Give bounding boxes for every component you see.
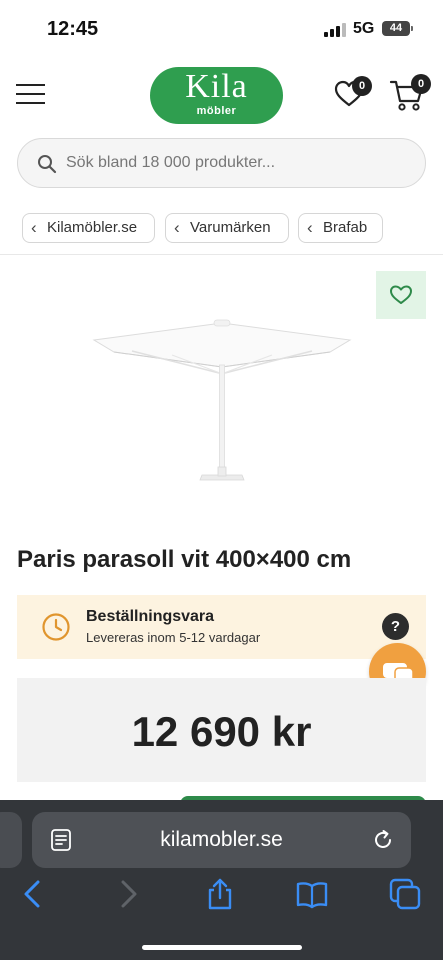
parasol-product-image[interactable] xyxy=(92,315,352,487)
breadcrumb-varumarken[interactable]: ‹ Varumärken xyxy=(165,213,289,243)
breadcrumb-label: Brafab xyxy=(323,219,368,236)
logo-main-text: Kila xyxy=(185,68,248,105)
url-text: kilamobler.se xyxy=(160,828,283,851)
address-bar[interactable]: kilamobler.se xyxy=(32,812,411,868)
battery-level: 44 xyxy=(389,22,403,34)
battery-icon: 44 xyxy=(382,21,413,36)
reload-icon[interactable] xyxy=(371,828,395,852)
forward-icon[interactable] xyxy=(111,877,145,911)
chevron-left-icon: ‹ xyxy=(31,218,37,237)
previous-tab-preview[interactable] xyxy=(0,812,22,868)
breadcrumb-label: Kilamöbler.se xyxy=(47,219,138,236)
search-icon xyxy=(38,155,57,174)
status-time: 12:45 xyxy=(47,18,99,40)
wishlist-count-badge: 0 xyxy=(352,76,372,96)
chevron-left-icon: ‹ xyxy=(174,218,180,237)
signal-icon xyxy=(324,23,346,37)
tabs-icon[interactable] xyxy=(388,877,422,911)
product-price: 12 690 kr xyxy=(131,708,312,755)
logo-sub-text: möbler xyxy=(196,105,237,117)
delivery-status: Beställningsvara xyxy=(86,608,215,625)
share-icon[interactable] xyxy=(203,877,237,911)
product-favorite-button[interactable] xyxy=(376,271,426,319)
delivery-info: Beställningsvara Levereras inom 5-12 var… xyxy=(17,595,426,659)
site-header: Kila möbler 0 0 xyxy=(0,56,443,132)
breadcrumb-brafab[interactable]: ‹ Brafab xyxy=(298,213,383,243)
delivery-time: Levereras inom 5-12 vardagar xyxy=(86,630,261,645)
search-input[interactable] xyxy=(66,139,406,187)
breadcrumb-kilamobler[interactable]: ‹ Kilamöbler.se xyxy=(22,213,155,243)
divider xyxy=(0,254,443,255)
cart-count-badge: 0 xyxy=(411,74,431,94)
network-label: 5G xyxy=(353,20,375,37)
breadcrumb-label: Varumärken xyxy=(190,219,271,236)
chevron-left-icon: ‹ xyxy=(307,218,313,237)
hamburger-menu-icon[interactable] xyxy=(16,82,46,106)
kila-logo[interactable]: Kila möbler xyxy=(150,67,283,124)
help-button[interactable]: ? xyxy=(382,613,409,640)
clock-icon xyxy=(42,613,70,641)
heart-icon xyxy=(390,285,412,304)
home-indicator xyxy=(142,945,302,950)
book-icon[interactable] xyxy=(295,877,329,911)
cart-button[interactable]: 0 xyxy=(389,74,431,112)
wishlist-button[interactable]: 0 xyxy=(334,76,372,112)
price-box: 12 690 kr xyxy=(17,678,426,782)
search-bar[interactable] xyxy=(17,138,426,188)
back-icon[interactable] xyxy=(16,877,50,911)
status-bar: 12:45 5G 44 xyxy=(0,0,443,56)
product-title: Paris parasoll vit 400×400 cm xyxy=(17,546,352,573)
